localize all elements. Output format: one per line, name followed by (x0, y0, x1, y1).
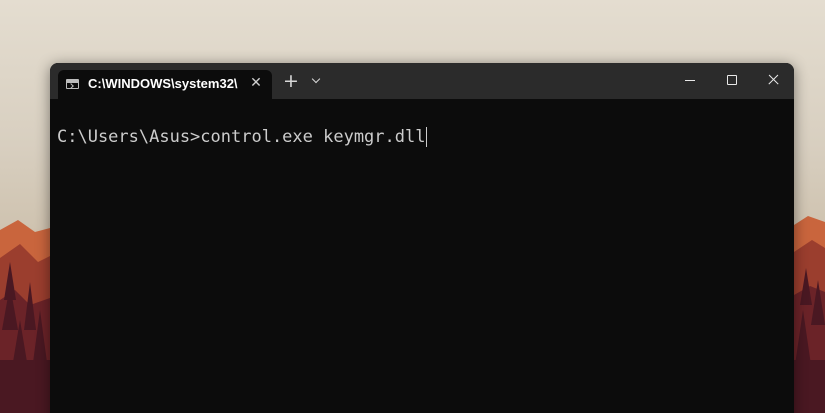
maximize-icon (727, 75, 737, 85)
close-tab-icon[interactable]: ✕ (248, 75, 264, 91)
minimize-icon (685, 80, 695, 81)
title-bar[interactable]: C:\WINDOWS\system32\ ✕ + (50, 63, 794, 99)
terminal-icon (66, 79, 79, 89)
new-tab-button[interactable]: + (282, 72, 300, 91)
prompt-text: C:\Users\Asus> (57, 127, 201, 147)
tab-cmd[interactable]: C:\WINDOWS\system32\ ✕ (58, 70, 272, 99)
minimize-button[interactable] (669, 63, 711, 97)
maximize-button[interactable] (711, 63, 753, 97)
command-line: C:\Users\Asus>control.exe keymgr.dll (57, 127, 428, 147)
command-text: control.exe keymgr.dll (200, 127, 426, 147)
text-cursor (426, 127, 428, 147)
console-area[interactable]: C:\Users\Asus>control.exe keymgr.dll (50, 99, 794, 413)
tab-title: C:\WINDOWS\system32\ (88, 76, 238, 91)
terminal-window: C:\WINDOWS\system32\ ✕ + C:\Users\Asus>c… (50, 63, 794, 413)
close-window-button[interactable] (752, 63, 794, 97)
chevron-down-icon[interactable] (310, 74, 324, 89)
